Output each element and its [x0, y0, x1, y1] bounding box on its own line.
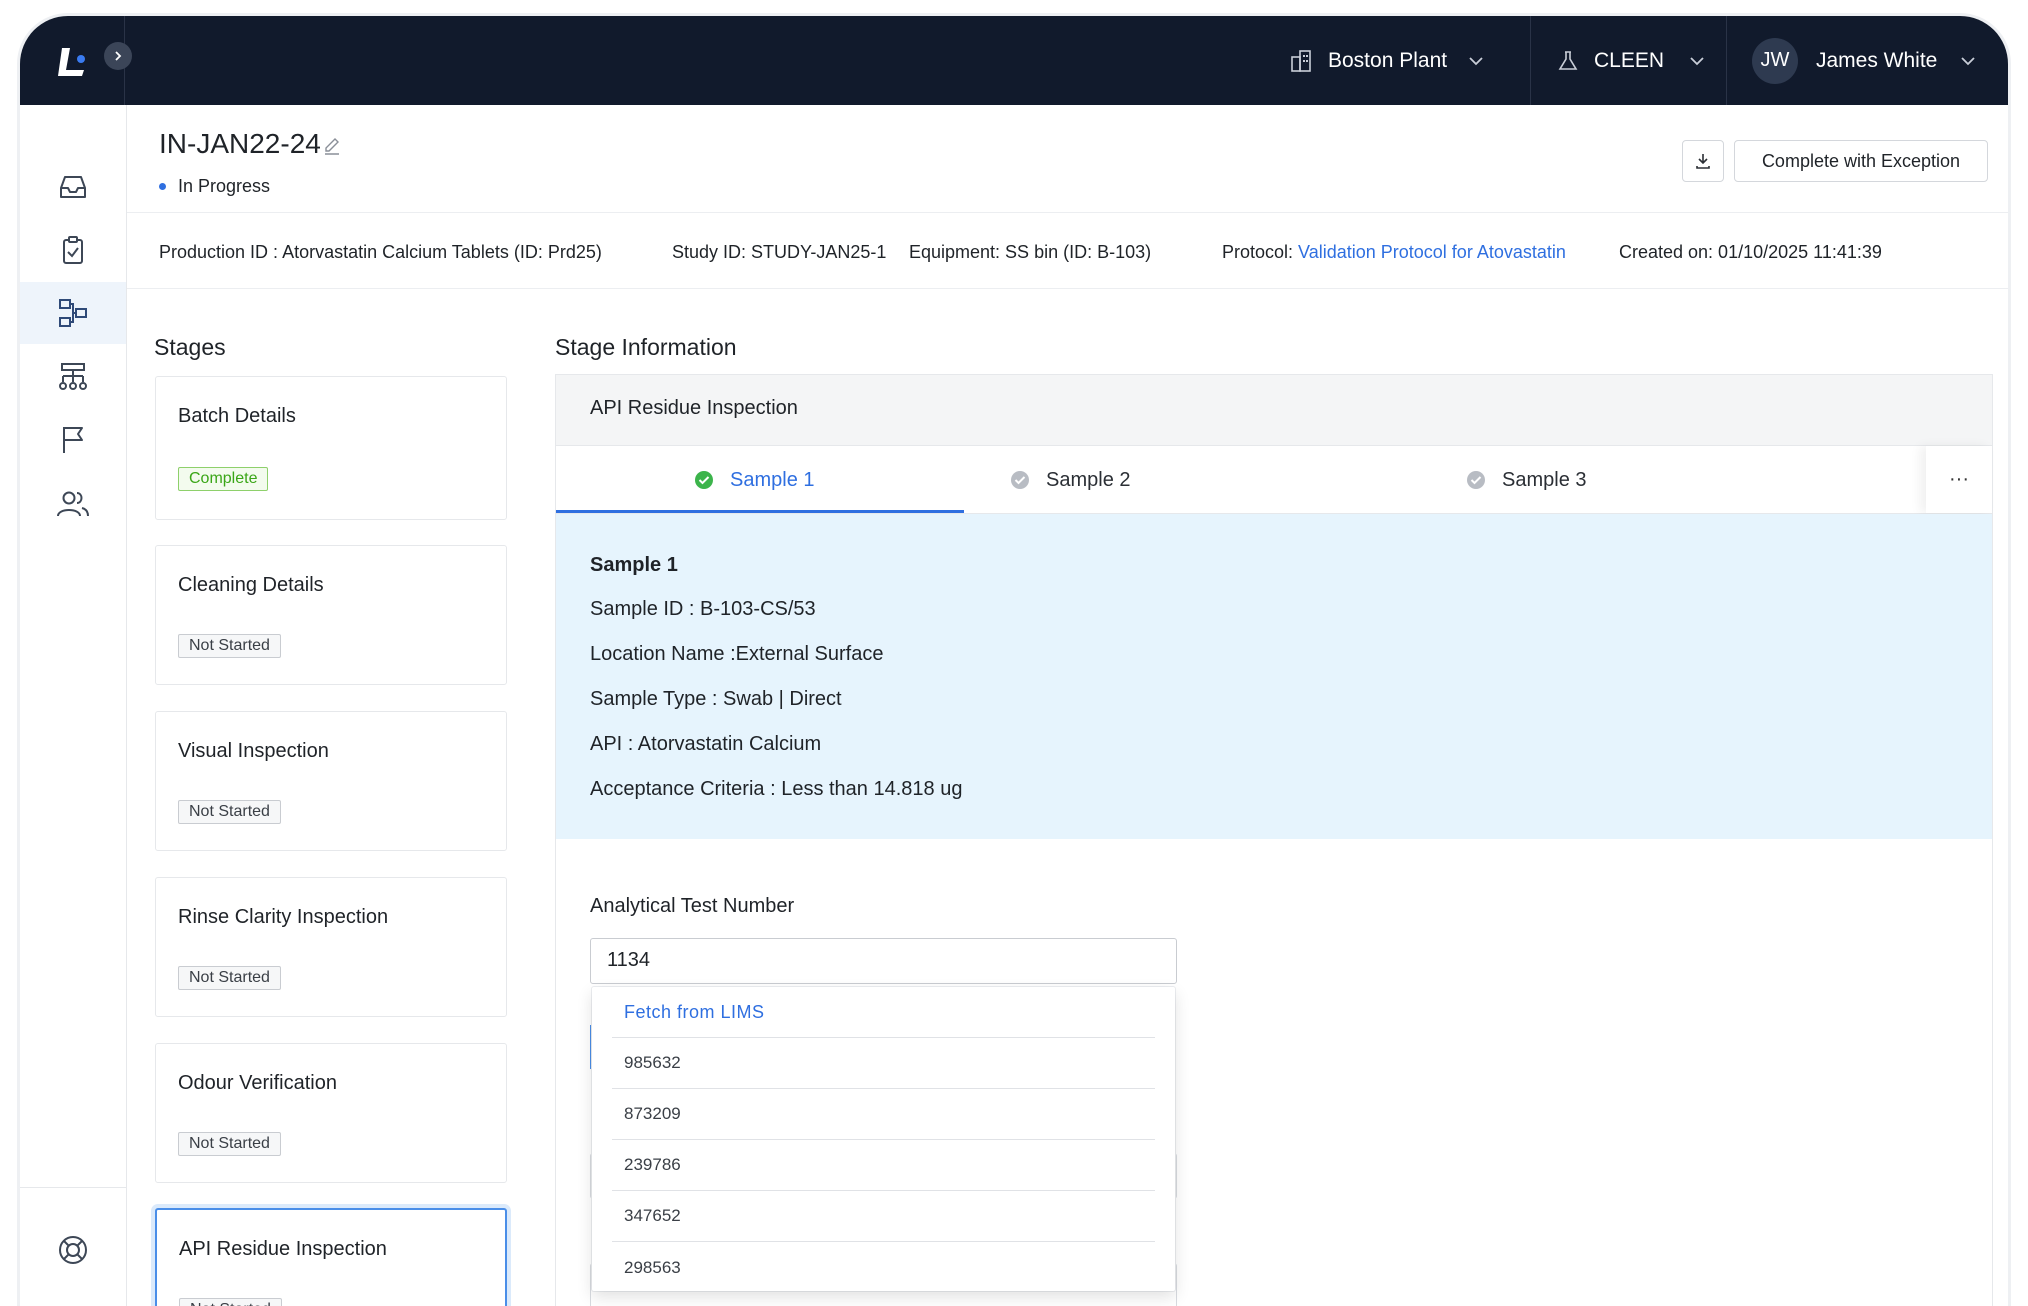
stage-name: Batch Details	[178, 405, 296, 427]
status-text: In Progress	[178, 176, 271, 196]
stage-card-visual-inspection[interactable]: Visual Inspection Not Started	[155, 711, 507, 851]
tab-label: Sample 2	[1046, 468, 1131, 491]
equipment-id: Equipment: SS bin (ID: B-103)	[909, 242, 1152, 262]
stage-status-badge: Not Started	[178, 634, 281, 658]
stage-status-badge: Not Started	[178, 966, 281, 990]
panel-title: API Residue Inspection	[590, 397, 798, 419]
stage-info-heading: Stage Information	[555, 334, 737, 360]
stage-status-badge: Not Started	[178, 1132, 281, 1156]
edit-pencil-icon[interactable]	[322, 136, 342, 156]
status-dot	[159, 183, 166, 190]
tab-sample-2[interactable]: Sample 2	[1010, 446, 1131, 514]
protocol-label: Protocol:	[1222, 242, 1299, 262]
download-icon	[1696, 154, 1710, 169]
chevron-down-icon	[1690, 56, 1704, 65]
active-tab-underline	[556, 510, 964, 513]
tab-sample-3[interactable]: Sample 3	[1466, 446, 1587, 514]
sidebar-item-flags[interactable]	[20, 409, 126, 471]
dropdown-option[interactable]: 873209	[612, 1089, 1155, 1140]
sample-location: Location Name :External Surface	[590, 643, 884, 665]
sidebar-item-hierarchy[interactable]	[20, 346, 126, 408]
study-id: Study ID: STUDY-JAN25-1	[672, 242, 887, 262]
dropdown-option[interactable]: 239786	[612, 1140, 1155, 1191]
module-name: CLEEN	[1594, 48, 1665, 72]
sidebar	[20, 105, 127, 1306]
chevron-down-icon	[1961, 56, 1976, 65]
users-icon	[57, 491, 89, 517]
stage-name: API Residue Inspection	[179, 1238, 387, 1260]
inbox-icon	[60, 176, 86, 198]
sidebar-item-inbox[interactable]	[20, 156, 126, 218]
stage-card-batch-details[interactable]: Batch Details Complete	[155, 376, 507, 520]
dropdown-option[interactable]: 985632	[612, 1038, 1155, 1089]
acceptance-criteria: Acceptance Criteria : Less than 14.818 u…	[590, 778, 963, 800]
sample-id: Sample ID : B-103-CS/53	[590, 598, 816, 620]
status-badge: In Progress	[159, 176, 270, 197]
protocol: Protocol: Validation Protocol for Atovas…	[1222, 242, 1566, 263]
chevron-right-icon	[115, 51, 122, 61]
stage-card-odour-verification[interactable]: Odour Verification Not Started	[155, 1043, 507, 1183]
sidebar-item-tasks[interactable]	[20, 220, 126, 282]
protocol-link[interactable]: Validation Protocol for Atovastatin	[1298, 242, 1566, 262]
plant-selector[interactable]: Boston Plant	[1288, 16, 1485, 105]
chevron-down-icon	[1469, 56, 1483, 65]
stage-name: Odour Verification	[178, 1072, 337, 1094]
building-icon	[1291, 49, 1311, 72]
flag-icon	[63, 427, 83, 453]
stage-status-badge: Complete	[178, 467, 269, 491]
stage-card-api-residue-inspection[interactable]: API Residue Inspection Not Started	[155, 1208, 507, 1306]
tab-label: Sample 1	[730, 468, 815, 491]
dropdown-option[interactable]: 298563	[612, 1242, 1155, 1293]
stage-name: Cleaning Details	[178, 574, 324, 596]
app-window: Boston Plant CLEEN JW James White IN-JAN…	[20, 16, 2008, 1306]
production-id: Production ID : Atorvastatin Calcium Tab…	[159, 242, 602, 262]
help-lifebuoy-icon	[59, 1236, 87, 1264]
user-name: James White	[1816, 48, 1938, 72]
stage-info-panel: API Residue Inspection Sample 1 Sample 2…	[555, 374, 1993, 1306]
stage-name: Rinse Clarity Inspection	[178, 906, 389, 928]
stages-heading: Stages	[154, 334, 226, 360]
stage-name: Visual Inspection	[178, 740, 329, 762]
sidebar-item-workflows[interactable]	[20, 282, 126, 344]
sidebar-item-help[interactable]	[20, 1219, 126, 1281]
created-on: Created on: 01/10/2025 11:41:39	[1619, 242, 1882, 262]
page-title: IN-JAN22-24	[159, 128, 321, 159]
stage-card-rinse-clarity-inspection[interactable]: Rinse Clarity Inspection Not Started	[155, 877, 507, 1017]
download-button[interactable]	[1682, 140, 1724, 182]
top-bar: Boston Plant CLEEN JW James White	[20, 16, 2008, 105]
workflow-icon	[59, 299, 87, 327]
sample-title: Sample 1	[590, 554, 678, 576]
pending-check-icon	[1467, 471, 1485, 489]
lims-dropdown: Fetch from LIMS 985632 873209 239786 347…	[592, 987, 1175, 1291]
stage-card-cleaning-details[interactable]: Cleaning Details Not Started	[155, 545, 507, 685]
app-logo-icon	[58, 48, 85, 76]
check-circle-icon	[695, 471, 713, 489]
logo-cell	[20, 16, 132, 105]
clipboard-check-icon	[63, 236, 83, 264]
sample-tabs: Sample 1 Sample 2 Sample 3 ···	[556, 446, 1992, 514]
user-menu[interactable]: JW James White	[1752, 16, 1977, 105]
tab-sample-1[interactable]: Sample 1	[694, 446, 815, 514]
hierarchy-icon	[59, 363, 87, 390]
sample-details: Sample 1 Sample ID : B-103-CS/53 Locatio…	[556, 514, 1992, 839]
expand-sidebar-button[interactable]	[104, 42, 132, 70]
flask-icon	[1558, 50, 1578, 70]
more-tabs-button[interactable]: ···	[1926, 446, 1992, 513]
pending-check-icon	[1011, 471, 1029, 489]
fetch-from-lims-option[interactable]: Fetch from LIMS	[612, 987, 1155, 1038]
tab-label: Sample 3	[1502, 468, 1587, 491]
panel-header: API Residue Inspection	[556, 375, 1992, 446]
analytical-test-number-label: Analytical Test Number	[590, 895, 795, 917]
plant-name: Boston Plant	[1328, 48, 1448, 72]
sample-api: API : Atorvastatin Calcium	[590, 733, 822, 755]
analytical-test-number-input[interactable]: 1134	[590, 938, 1177, 984]
avatar: JW	[1752, 37, 1798, 84]
stage-status-badge: Not Started	[178, 800, 281, 824]
sidebar-item-users[interactable]	[20, 473, 126, 535]
sample-type: Sample Type : Swab | Direct	[590, 688, 842, 710]
dropdown-option[interactable]: 347652	[612, 1191, 1155, 1242]
complete-with-exception-button[interactable]: Complete with Exception	[1734, 140, 1988, 182]
module-selector[interactable]: CLEEN	[1556, 16, 1706, 105]
